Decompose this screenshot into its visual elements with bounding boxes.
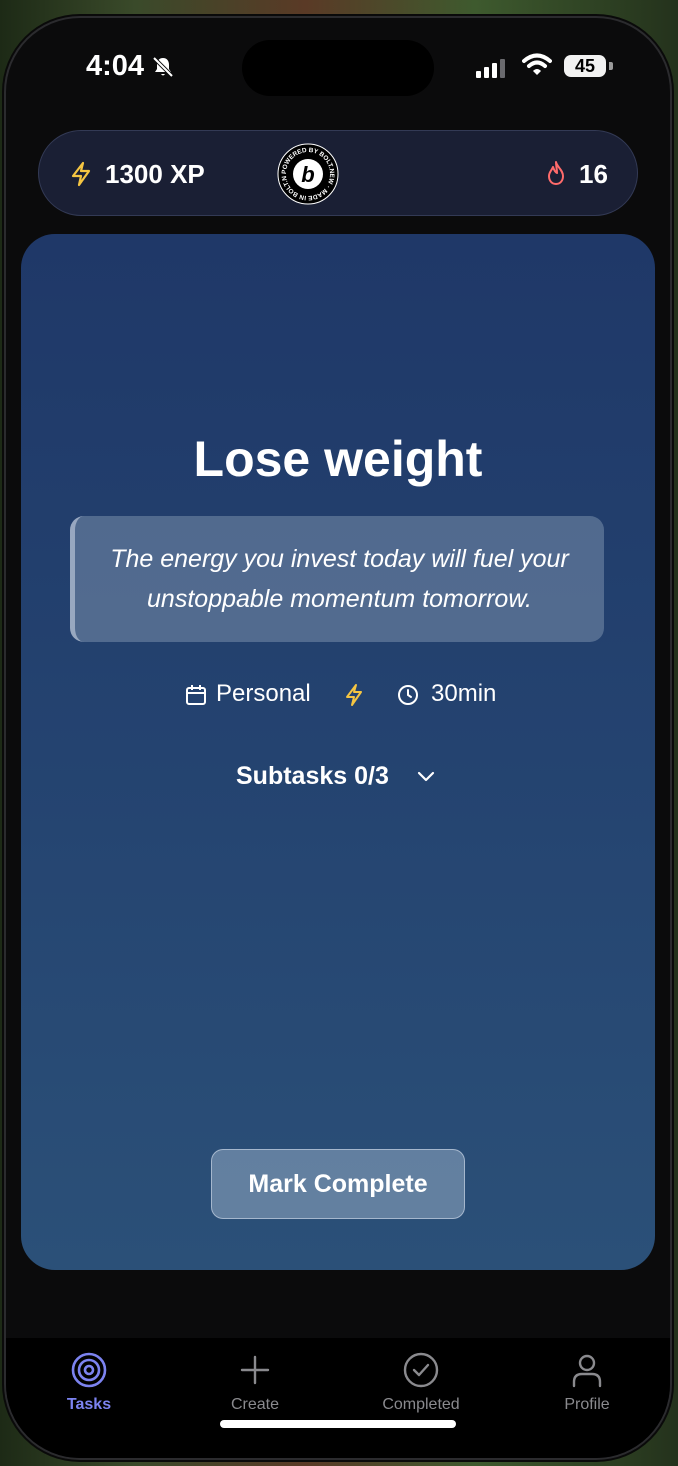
stats-header: 1300 XP POWERED BY BOLT.NEW · MADE IN BO… [38, 130, 638, 216]
lightning-icon [343, 683, 365, 712]
tab-label: Create [230, 1396, 280, 1413]
calendar-icon [185, 684, 207, 711]
streak-count: 16 [579, 159, 608, 189]
check-circle-icon [403, 1352, 439, 1393]
tab-completed[interactable]: Completed [338, 1338, 504, 1428]
chevron-down-icon [416, 770, 436, 789]
subtasks-label: Subtasks 0/3 [236, 762, 389, 790]
target-icon [71, 1352, 107, 1393]
task-title: Lose weight [193, 431, 483, 487]
flame-icon [545, 160, 567, 191]
bottom-tab-bar: Tasks Create Completed Profile [6, 1338, 670, 1458]
signal-icon [476, 58, 510, 83]
tab-label: Completed [382, 1396, 460, 1413]
wifi-icon [522, 53, 552, 82]
tab-label: Profile [564, 1396, 610, 1413]
subtasks-toggle[interactable]: Subtasks 0/3 [221, 762, 455, 796]
tab-profile[interactable]: Profile [504, 1338, 670, 1428]
bolt-badge-logo[interactable]: POWERED BY BOLT.NEW · MADE IN BOLT.NEW ·… [274, 138, 339, 205]
task-duration: 30min [431, 680, 497, 707]
user-icon [569, 1352, 605, 1393]
home-indicator[interactable] [220, 1420, 456, 1428]
quote-text: The energy you invest today will fuel yo… [110, 545, 569, 613]
clock-icon [397, 684, 419, 711]
battery-cap [609, 62, 613, 70]
lightning-icon [69, 161, 93, 192]
task-meta: Personal 30min [21, 680, 655, 710]
task-card: Lose weight The energy you invest today … [21, 234, 655, 1270]
status-bar: 4:04 45 [6, 18, 670, 118]
status-time: 4:04 [86, 50, 145, 82]
tab-label: Tasks [66, 1396, 112, 1413]
mark-complete-button[interactable]: Mark Complete [211, 1149, 465, 1219]
tab-create[interactable]: Create [172, 1338, 338, 1428]
xp-total: 1300 XP [105, 159, 205, 189]
plus-icon [237, 1352, 273, 1393]
bell-muted-icon [152, 56, 174, 83]
task-category: Personal [216, 680, 311, 707]
phone-frame: 4:04 45 1300 XP POWERED BY BOLT.NEW · MA… [6, 18, 670, 1458]
motivational-quote: The energy you invest today will fuel yo… [70, 516, 604, 642]
tab-tasks[interactable]: Tasks [6, 1338, 172, 1428]
battery-indicator: 45 [564, 55, 606, 77]
dynamic-island [242, 40, 434, 96]
svg-text:b: b [301, 162, 314, 187]
